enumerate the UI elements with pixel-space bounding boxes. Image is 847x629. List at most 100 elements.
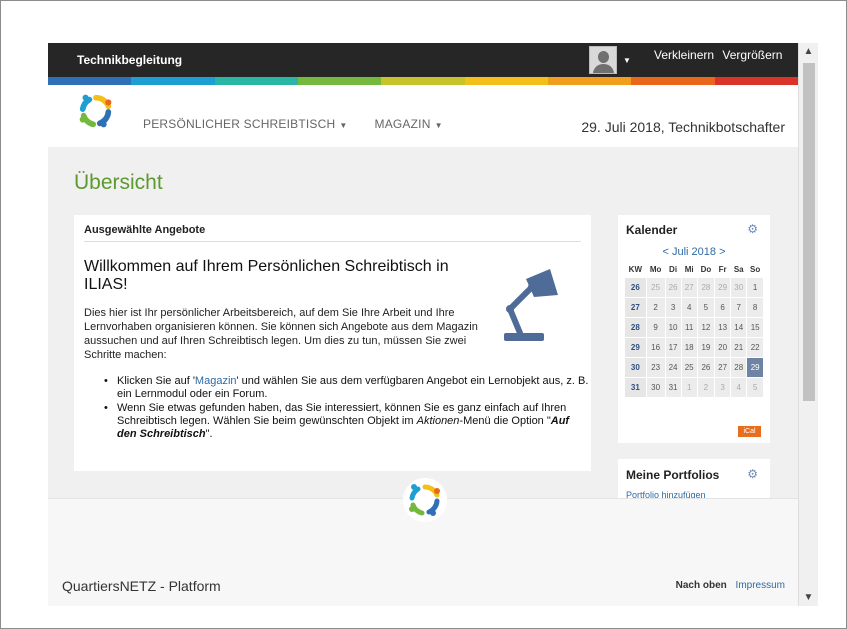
rainbow-segment xyxy=(381,77,465,85)
weekday-header: Do xyxy=(700,264,712,274)
calendar-day[interactable]: 28 xyxy=(696,276,716,298)
gear-icon[interactable]: ⚙ xyxy=(747,467,758,481)
calendar-day[interactable]: 19 xyxy=(696,336,716,358)
calendar-day[interactable]: 13 xyxy=(714,316,732,338)
calendar-week-number[interactable]: 26 xyxy=(624,276,647,298)
calendar-day[interactable]: 27 xyxy=(714,356,732,378)
weekday-header: Sa xyxy=(733,264,744,274)
nav-item-personal-desktop[interactable]: PERSÖNLICHER SCHREIBTISCH ▼ xyxy=(143,117,348,131)
main-nav: PERSÖNLICHER SCHREIBTISCH ▼ MAGAZIN ▼ xyxy=(143,117,443,131)
calendar-day[interactable]: 14 xyxy=(730,316,748,338)
calendar-week-number[interactable]: 28 xyxy=(624,316,647,338)
chevron-down-icon: ▼ xyxy=(339,121,348,130)
intro-text: Dies hier ist Ihr persönlicher Arbeitsbe… xyxy=(84,307,478,361)
calendar-day[interactable]: 25 xyxy=(680,356,698,378)
calendar-grid: KW Mo Di Mi Do Fr Sa So 26 25 26 27 28 29 30 1 27 2 3 4 5 6 7… xyxy=(624,262,764,398)
calendar-day[interactable]: 16 xyxy=(645,336,666,358)
calendar-day[interactable]: 30 xyxy=(645,376,666,398)
welcome-heading: Willkommen auf Ihrem Persönlichen Schrei… xyxy=(84,258,449,293)
calendar-day[interactable]: 15 xyxy=(746,316,764,338)
calendar-day[interactable]: 26 xyxy=(664,276,682,298)
featured-offers-panel: Ausgewählte Angebote Willkommen auf Ihre… xyxy=(74,215,591,471)
calendar-day[interactable]: 31 xyxy=(664,376,682,398)
scroll-thumb[interactable] xyxy=(803,63,815,401)
calendar-day[interactable]: 4 xyxy=(680,296,698,318)
rainbow-segment xyxy=(547,77,632,85)
zoom-in-link[interactable]: Vergrößern xyxy=(722,48,782,62)
footer-links: Nach oben Impressum xyxy=(676,580,785,591)
calendar-week-row: 27 2 3 4 5 6 7 8 xyxy=(624,296,764,318)
list-item: Klicken Sie auf 'Magazin' und wählen Sie… xyxy=(104,375,589,401)
calendar-day[interactable]: 30 xyxy=(730,276,748,298)
calendar-week-number[interactable]: 30 xyxy=(624,356,647,378)
calendar-week-row: 28 9 10 11 12 13 14 15 xyxy=(624,316,764,338)
back-to-top-link[interactable]: Nach oben xyxy=(676,580,727,591)
weekday-header: So xyxy=(750,264,761,274)
avatar[interactable] xyxy=(589,46,617,74)
calendar-day[interactable]: 26 xyxy=(696,356,716,378)
scroll-up-icon[interactable]: ▲ xyxy=(799,43,818,60)
calendar-day[interactable]: 7 xyxy=(730,296,748,318)
calendar-day[interactable]: 6 xyxy=(714,296,732,318)
calendar-day[interactable]: 17 xyxy=(664,336,682,358)
chevron-down-icon: ▼ xyxy=(434,121,443,130)
calendar-day[interactable]: 22 xyxy=(746,336,764,358)
calendar-day[interactable]: 10 xyxy=(664,316,682,338)
calendar-week-number[interactable]: 27 xyxy=(624,296,647,318)
prev-month-link[interactable]: < xyxy=(662,246,668,258)
logo-icon[interactable] xyxy=(77,92,115,130)
calendar-week-row: 31 30 31 1 2 3 4 5 xyxy=(624,376,764,398)
rainbow-segment xyxy=(214,77,298,85)
calendar-day[interactable]: 23 xyxy=(645,356,666,378)
rainbow-segment xyxy=(464,77,548,85)
chevron-down-icon[interactable]: ▼ xyxy=(623,56,631,65)
calendar-day[interactable]: 3 xyxy=(664,296,682,318)
calendar-day[interactable]: 21 xyxy=(730,336,748,358)
calendar-day[interactable]: 27 xyxy=(680,276,698,298)
portfolios-title: Meine Portfolios xyxy=(626,468,720,482)
calendar-day[interactable]: 5 xyxy=(746,376,764,398)
calendar-day[interactable]: 12 xyxy=(696,316,716,338)
magazin-link[interactable]: Magazin xyxy=(195,375,237,387)
imprint-link[interactable]: Impressum xyxy=(736,580,785,591)
calendar-day[interactable]: 2 xyxy=(696,376,716,398)
user-menu[interactable]: ▼ xyxy=(589,46,637,74)
weekday-header: Fr xyxy=(718,264,727,274)
zoom-out-link[interactable]: Verkleinern xyxy=(654,48,714,62)
calendar-day[interactable]: 29 xyxy=(746,356,764,378)
vertical-scrollbar[interactable]: ▲ ▼ xyxy=(798,43,818,606)
nav-item-repository[interactable]: MAGAZIN ▼ xyxy=(375,117,443,131)
calendar-day[interactable]: 9 xyxy=(645,316,666,338)
next-month-link[interactable]: > xyxy=(719,246,725,258)
scroll-down-icon[interactable]: ▼ xyxy=(799,589,818,606)
divider xyxy=(84,241,581,242)
ical-button[interactable]: iCal xyxy=(738,426,761,437)
calendar-day[interactable]: 28 xyxy=(730,356,748,378)
date-user-label: 29. Juli 2018, Technikbotschafter xyxy=(581,119,785,135)
calendar-day[interactable]: 4 xyxy=(730,376,748,398)
calendar-day[interactable]: 1 xyxy=(680,376,698,398)
zoom-links: Verkleinern Vergrößern xyxy=(654,48,787,62)
calendar-week-row: 29 16 17 18 19 20 21 22 xyxy=(624,336,764,358)
rainbow-segment xyxy=(48,77,132,85)
calendar-day[interactable]: 20 xyxy=(714,336,732,358)
calendar-day[interactable]: 1 xyxy=(746,276,764,298)
calendar-day[interactable]: 18 xyxy=(680,336,698,358)
calendar-day[interactable]: 24 xyxy=(664,356,682,378)
calendar-day[interactable]: 29 xyxy=(714,276,732,298)
current-month: Juli 2018 xyxy=(671,246,717,258)
calendar-day[interactable]: 2 xyxy=(645,296,666,318)
gear-icon[interactable]: ⚙ xyxy=(747,222,758,236)
calendar-day[interactable]: 25 xyxy=(645,276,666,298)
header: PERSÖNLICHER SCHREIBTISCH ▼ MAGAZIN ▼ 29. … xyxy=(48,85,798,147)
calendar-week-number[interactable]: 29 xyxy=(624,336,647,358)
calendar-day[interactable]: 3 xyxy=(714,376,732,398)
list-item: Wenn Sie etwas gefunden haben, das Sie i… xyxy=(104,402,589,441)
calendar-day[interactable]: 5 xyxy=(696,296,716,318)
desk-lamp-icon xyxy=(504,269,558,341)
calendar-day[interactable]: 8 xyxy=(746,296,764,318)
calendar-day[interactable]: 11 xyxy=(680,316,698,338)
calendar-week-number[interactable]: 31 xyxy=(624,376,647,398)
weekday-header: Mi xyxy=(684,264,694,274)
rainbow-strip xyxy=(48,77,798,85)
